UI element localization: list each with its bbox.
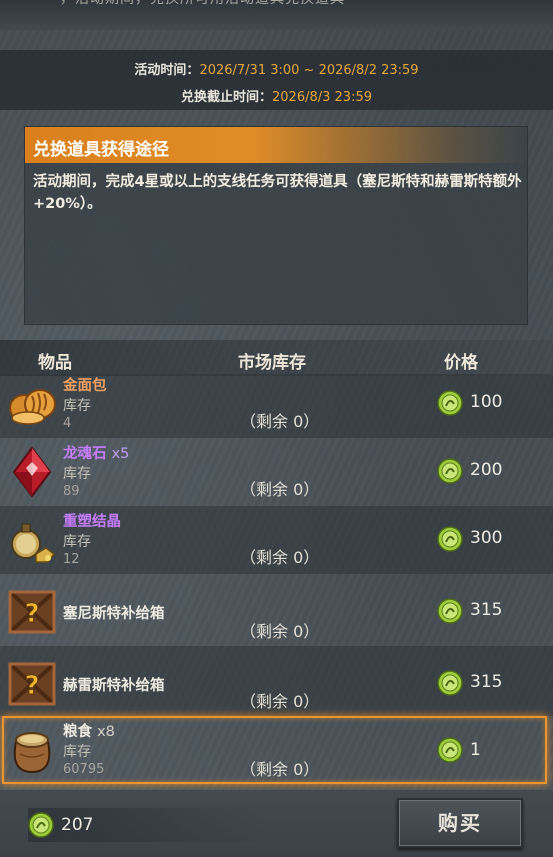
price-value: 100 (470, 392, 503, 412)
activity-time: 活动时间：2026/7/31 3:00 ~ 2026/8/2 23:59 (0, 59, 553, 78)
currency-balance: 207 (28, 808, 268, 842)
stock-value: 89 (63, 484, 80, 499)
shop-row-herest-crate[interactable]: ? 赫雷斯特补给箱 （剩余 0） 315 (0, 646, 553, 716)
exchange-deadline: 兑换截止时间：2026/8/3 23:59 (0, 86, 553, 105)
stock-label: 库存 (63, 466, 91, 482)
item-name: 龙魂石 x5 (63, 446, 130, 462)
item-name: 金面包 (63, 378, 107, 394)
coin-icon (437, 670, 463, 696)
info-title: 兑换道具获得途径 (33, 140, 169, 160)
remaining-count: （剩余 0） (240, 692, 320, 711)
shop-row-bread[interactable]: 金面包 库存 4 （剩余 0） 100 (0, 374, 553, 438)
exchange-deadline-value: 2026/8/3 23:59 (272, 90, 372, 105)
column-item: 物品 (38, 353, 72, 373)
price-value: 315 (470, 672, 503, 692)
info-text: 活动期间，完成4星或以上的支线任务可获得道具（塞尼斯特和赫雷斯特额外+20%）。 (33, 174, 522, 212)
mystery-crate-icon: ? (8, 662, 56, 706)
top-cut-text: ，活动期间，兑换所可用活动道具兑换道具 (60, 0, 345, 8)
coin-icon (437, 390, 463, 416)
coin-icon (437, 526, 463, 552)
column-header: 物品 市场库存 价格 (0, 340, 553, 376)
selected-row-highlight (2, 716, 547, 784)
svg-text:?: ? (24, 599, 39, 629)
svg-text:?: ? (24, 671, 39, 701)
stock-label: 库存 (63, 398, 91, 414)
time-bar: 活动时间：2026/7/31 3:00 ~ 2026/8/2 23:59 兑换截… (0, 50, 553, 110)
activity-time-value: 2026/7/31 3:00 ~ 2026/8/2 23:59 (199, 63, 419, 78)
buy-button-label: 购买 (438, 811, 482, 835)
exchange-panel: ，活动期间，兑换所可用活动道具兑换道具 活动时间：2026/7/31 3:00 … (0, 0, 553, 857)
activity-time-label: 活动时间： (134, 63, 200, 78)
price-value: 300 (470, 528, 503, 548)
dragon-soul-stone-icon (12, 446, 52, 498)
coin-icon (28, 812, 54, 838)
shop-row-reshape-crystal[interactable]: 重塑结晶 库存 12 （剩余 0） 300 (0, 506, 553, 574)
coin-icon (437, 598, 463, 624)
coin-icon (437, 458, 463, 484)
item-name: 赫雷斯特补给箱 (63, 678, 165, 694)
bread-icon (9, 389, 56, 425)
item-name: 重塑结晶 (63, 514, 121, 530)
remaining-count: （剩余 0） (240, 412, 320, 431)
item-name: 塞尼斯特补给箱 (63, 606, 165, 622)
shop-row-senister-crate[interactable]: ? 塞尼斯特补给箱 （剩余 0） 315 (0, 574, 553, 646)
remaining-count: （剩余 0） (240, 548, 320, 567)
remaining-count: （剩余 0） (240, 480, 320, 499)
stock-value: 4 (63, 416, 72, 431)
price-value: 315 (470, 600, 503, 620)
info-box: 兑换道具获得途径 活动期间，完成4星或以上的支线任务可获得道具（塞尼斯特和赫雷斯… (24, 126, 528, 325)
buy-button[interactable]: 购买 (397, 798, 523, 848)
stock-value: 12 (63, 552, 80, 567)
shop-row-dragon-soul-stone[interactable]: 龙魂石 x5 库存 89 （剩余 0） 200 (0, 438, 553, 506)
balance-value: 207 (61, 815, 94, 835)
info-header: 兑换道具获得途径 (25, 127, 527, 163)
top-cut-banner: ，活动期间，兑换所可用活动道具兑换道具 (0, 0, 553, 30)
column-price: 价格 (444, 353, 478, 373)
mystery-crate-icon: ? (8, 590, 56, 634)
remaining-count: （剩余 0） (240, 622, 320, 641)
stock-label: 库存 (63, 534, 91, 550)
exchange-deadline-label: 兑换截止时间： (181, 90, 273, 105)
column-stock: 市场库存 (238, 353, 306, 373)
price-value: 200 (470, 460, 503, 480)
reshape-crystal-icon (11, 523, 56, 563)
